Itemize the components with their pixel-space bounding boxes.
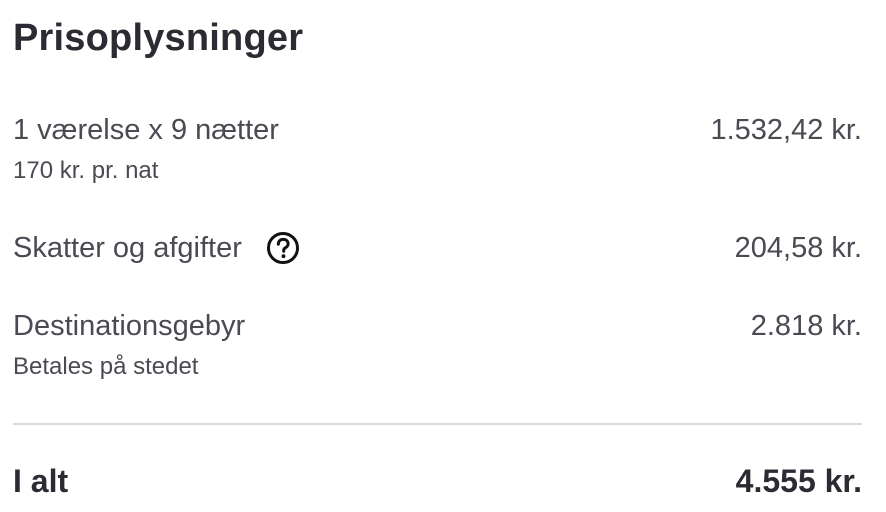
price-details-panel: Prisoplysninger 1 værelse x 9 nætter 1.5…: [0, 0, 886, 512]
nightly-rate-text: 170 kr. pr. nat: [13, 157, 159, 184]
room-nights-amount: 1.532,42 kr.: [710, 113, 862, 146]
taxes-fees-row: Skatter og afgifter 204,58 kr.: [13, 228, 862, 268]
room-nights-label: 1 værelse x 9 nætter: [13, 113, 279, 146]
taxes-fees-label-wrap: Skatter og afgifter: [13, 231, 300, 265]
price-details-title: Prisoplysninger: [13, 17, 304, 59]
destination-fee-label: Destinationsgebyr: [13, 309, 246, 342]
destination-fee-row: Destinationsgebyr 2.818 kr. Betales på s…: [13, 306, 862, 382]
total-divider: [13, 423, 862, 425]
total-row: I alt 4.555 kr.: [13, 461, 862, 501]
total-label: I alt: [13, 462, 69, 499]
total-amount: 4.555 kr.: [735, 462, 862, 499]
taxes-fees-amount: 204,58 kr.: [734, 231, 862, 264]
destination-fee-amount: 2.818 kr.: [750, 309, 862, 342]
room-nights-row: 1 værelse x 9 nætter 1.532,42 kr. 170 kr…: [13, 110, 862, 186]
pay-at-property-text: Betales på stedet: [13, 353, 199, 380]
help-circle-icon[interactable]: [266, 231, 300, 265]
taxes-fees-label: Skatter og afgifter: [13, 231, 242, 264]
